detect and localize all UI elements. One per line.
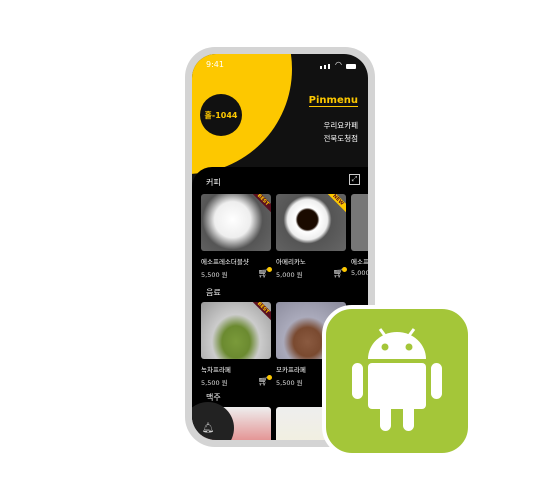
category-title: 음료 xyxy=(206,288,221,297)
menu-item-name: 에소프 xyxy=(351,258,368,266)
pinmenu-logo: Pinmenu xyxy=(308,95,358,107)
store-name: 우리요카페 전북도청점 xyxy=(324,119,359,145)
new-ribbon: NEW xyxy=(321,194,346,217)
cart-icon[interactable]: 🛒︎ xyxy=(333,267,347,279)
status-time: 9:41 xyxy=(206,60,224,69)
signal-wifi-battery-icon: ◠ xyxy=(320,60,356,69)
menu-item-card[interactable]: NEW 아메리카노 5,000 원 🛒︎ xyxy=(276,194,347,279)
menu-item-name: 녹차프라페 xyxy=(201,366,231,374)
best-ribbon: BEST xyxy=(246,194,271,217)
cart-icon[interactable]: 🛒︎ xyxy=(258,375,272,387)
expand-icon[interactable]: ⤢ xyxy=(349,174,360,185)
menu-item-image: BEST xyxy=(201,194,271,251)
menu-item-name: 아메리카노 xyxy=(276,258,306,266)
menu-item-image: BEST xyxy=(201,302,271,359)
store-name-line2: 전북도청점 xyxy=(323,134,359,143)
store-name-line1: 우리요카페 xyxy=(323,121,359,130)
menu-item-card[interactable]: 에소프 5,000 xyxy=(351,194,368,277)
best-ribbon: BEST xyxy=(246,302,271,325)
menu-item-image: NEW xyxy=(276,194,346,251)
menu-item-card[interactable]: BEST 에소프레소더블샷 5,500 원 🛒︎ xyxy=(201,194,272,279)
menu-item-name: 에소프레소더블샷 xyxy=(201,258,249,266)
menu-item-price: 5,000 xyxy=(351,269,368,277)
category-title: 커피 xyxy=(206,178,221,187)
menu-item-card[interactable]: BEST 녹차프라페 5,500 원 🛒︎ xyxy=(201,302,272,387)
status-bar: 9:41 ◠ xyxy=(206,60,356,69)
menu-item-image xyxy=(351,194,368,251)
cart-icon[interactable]: 🛒︎ xyxy=(258,267,272,279)
android-robot-icon xyxy=(352,328,442,431)
android-badge xyxy=(322,305,472,457)
table-number-badge: 홀-1044 xyxy=(200,94,242,136)
